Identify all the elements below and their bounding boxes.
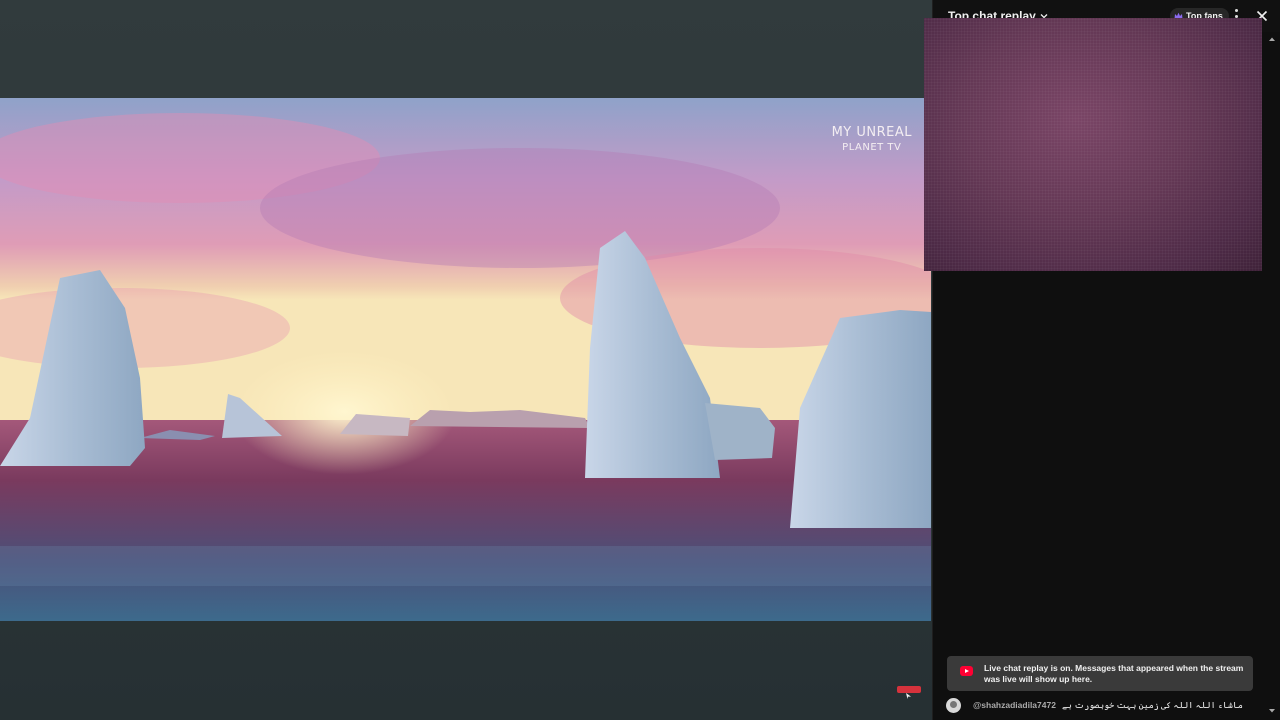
youtube-icon [960, 666, 973, 676]
chat-replay-notice: Live chat replay is on. Messages that ap… [947, 656, 1253, 691]
video-frame[interactable]: MY UNREAL PLANET TV [0, 98, 931, 621]
player-cursor-marker [897, 686, 921, 693]
iceberg-scene [0, 98, 931, 621]
watermark-line-1: MY UNREAL [831, 125, 912, 140]
scroll-up-icon[interactable] [1268, 36, 1276, 42]
chat-message[interactable]: @shahzadiadila7472 ماشاء اللہ اللہ کی زم… [946, 697, 1276, 713]
video-player[interactable]: MY UNREAL PLANET TV [0, 0, 932, 720]
webcam-overlay [924, 18, 1262, 271]
watermark-line-2: PLANET TV [842, 142, 902, 153]
chat-message-text: ماشاء اللہ اللہ کی زمین بہت خوبصورت ہے [1061, 700, 1243, 710]
channel-watermark: MY UNREAL PLANET TV [832, 125, 912, 153]
avatar[interactable] [946, 697, 961, 713]
chat-replay-notice-text: Live chat replay is on. Messages that ap… [984, 663, 1244, 684]
chat-message-author[interactable]: @shahzadiadila7472 [973, 700, 1056, 710]
